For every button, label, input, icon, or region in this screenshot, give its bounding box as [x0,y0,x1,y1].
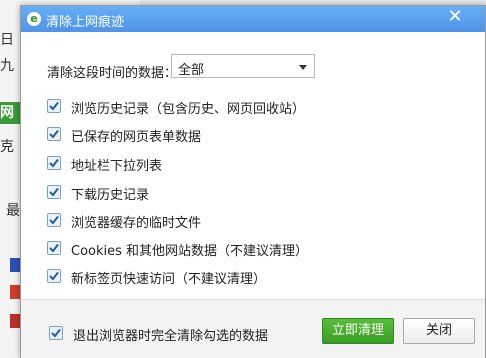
checkbox-checked-icon[interactable] [47,185,61,199]
option-label: 退出浏览器时完全清除勾选的数据 [73,329,269,344]
option-new-tab-quick-access[interactable]: 新标签页快速访问（不建议清理） [47,268,347,288]
dialog-titlebar: e 清除上网痕迹 ✕ [21,6,485,32]
option-download-history[interactable]: 下载历史记录 [47,184,347,204]
option-label: 浏览器缓存的临时文件 [71,216,202,231]
option-label: 下载历史记录 [71,188,150,203]
browser-logo-icon: e [27,12,41,26]
option-address-bar-list[interactable]: 地址栏下拉列表 [47,155,347,175]
dialog-footer: 退出浏览器时完全清除勾选的数据 立即清理 关闭 [21,299,485,358]
option-label: Cookies 和其他网站数据（不建议清理） [71,244,309,259]
time-range-label: 清除这段时间的数据： [47,66,178,81]
option-cookies[interactable]: Cookies 和其他网站数据（不建议清理） [47,240,347,260]
checkbox-checked-icon[interactable] [47,269,61,283]
time-range-value: 全部 [178,63,205,78]
background-green-tab: 网 [0,102,22,124]
background-text-3: 克 [0,139,14,155]
chevron-down-icon [299,65,307,70]
option-cache-files[interactable]: 浏览器缓存的临时文件 [47,212,347,232]
option-browsing-history[interactable]: 浏览历史记录（包含历史、网页回收站） [47,98,347,118]
checkbox-checked-icon[interactable] [47,99,61,113]
clear-now-button[interactable]: 立即清理 [322,318,394,344]
checkbox-checked-icon[interactable] [47,213,61,227]
option-label: 新标签页快速访问（不建议清理） [71,272,267,287]
option-label: 已保存的网页表单数据 [71,130,202,145]
checkbox-checked-icon[interactable] [49,326,63,340]
checkbox-checked-icon[interactable] [47,127,61,141]
option-label: 浏览历史记录（包含历史、网页回收站） [71,102,306,117]
checkbox-checked-icon[interactable] [47,241,61,255]
option-label: 地址栏下拉列表 [71,159,163,174]
background-text-1: 日 [0,32,14,48]
close-dialog-button[interactable]: 关闭 [403,318,475,344]
option-form-data[interactable]: 已保存的网页表单数据 [47,126,347,146]
checkbox-checked-icon[interactable] [47,156,61,170]
option-clear-on-exit[interactable]: 退出浏览器时完全清除勾选的数据 [49,325,309,345]
time-range-select[interactable]: 全部 [171,54,315,78]
close-button[interactable]: ✕ [433,6,477,28]
dialog-title: 清除上网痕迹 [46,15,125,30]
clear-history-dialog: e 清除上网痕迹 ✕ 清除这段时间的数据： 全部 浏览历史记录（包含历史、网页回… [20,5,486,358]
background-text-2: 九 [0,58,14,74]
